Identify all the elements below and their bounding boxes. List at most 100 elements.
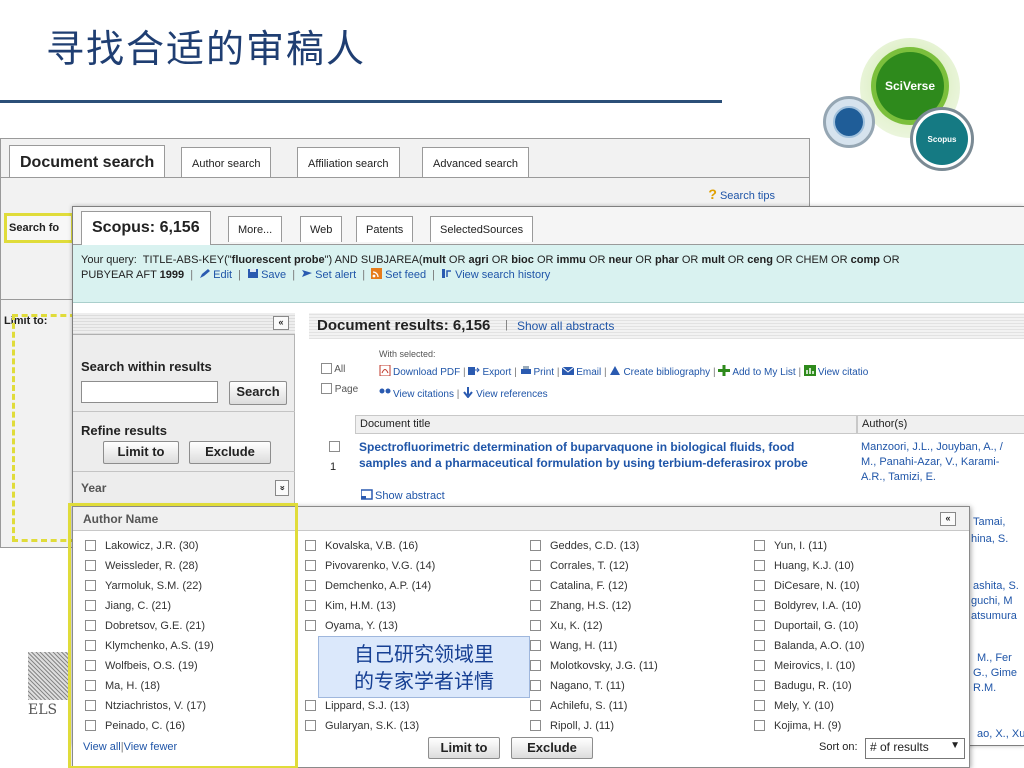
search-within-input[interactable] [81,381,218,403]
author-facet-item[interactable]: DiCesare, N. (10) [754,580,865,600]
author-fragment[interactable]: ao, X., Xu [977,727,1024,742]
print-link[interactable]: Print [534,367,555,378]
author-facet-item[interactable]: Pivovarenko, V.G. (14) [305,560,435,580]
author-fragment[interactable]: M., Fer [977,651,1012,666]
author-facet-item[interactable]: Geddes, C.D. (13) [530,540,658,560]
year-expand-button[interactable]: » [275,480,289,496]
author-checkbox[interactable] [305,720,316,731]
tab-document-search[interactable]: Document search [9,145,166,179]
tab-patents[interactable]: Patents [356,216,414,242]
author-facet-item[interactable]: Achilefu, S. (11) [530,700,658,720]
column-header-authors[interactable]: Author(s) [857,415,1024,434]
author-facet-item[interactable]: Badugu, R. (10) [754,680,865,700]
author-checkbox[interactable] [530,720,541,731]
edit-link[interactable]: Edit [213,269,232,281]
author-checkbox[interactable] [754,540,765,551]
author-fragment[interactable]: Tamai, [973,515,1005,530]
author-checkbox[interactable] [754,560,765,571]
result-title-line[interactable]: samples and a pharmaceutical formulation… [359,455,808,471]
add-to-my-list-link[interactable]: Add to My List [732,367,795,378]
author-fragment[interactable]: ashita, S. [973,579,1019,594]
save-link[interactable]: Save [261,269,286,281]
tab-web[interactable]: Web [300,216,343,242]
author-checkbox[interactable] [754,640,765,651]
author-checkbox[interactable] [530,600,541,611]
author-checkbox[interactable] [305,620,316,631]
author-facet-item[interactable]: Wang, H. (11) [530,640,658,660]
author-facet-item[interactable]: Molotkovsky, J.G. (11) [530,660,658,680]
author-facet-item[interactable]: Kojima, H. (9) [754,720,865,740]
author-checkbox[interactable] [754,700,765,711]
result-title-line[interactable]: Spectrofluorimetric determination of bup… [359,439,808,455]
refine-limit-to-button[interactable]: Limit to [103,441,179,464]
author-facet-item[interactable]: Lippard, S.J. (13) [305,700,435,720]
author-facet-item[interactable]: Gularyan, S.K. (13) [305,720,435,740]
view-citation-overview-link[interactable]: View citatio [818,367,868,378]
author-checkbox[interactable] [530,640,541,651]
select-page-checkbox[interactable] [321,383,332,394]
popup-exclude-button[interactable]: Exclude [511,737,593,759]
author-line[interactable]: Manzoori, J.L., Jouyban, A., / [861,440,1003,455]
author-checkbox[interactable] [530,700,541,711]
author-fragment[interactable]: R.M. [973,681,996,696]
tab-advanced-search[interactable]: Advanced search [422,147,529,179]
show-abstract-link[interactable]: Show abstract [361,489,445,502]
search-within-button[interactable]: Search [229,381,287,405]
author-facet-item[interactable]: Meirovics, I. (10) [754,660,865,680]
create-bibliography-link[interactable]: Create bibliography [623,367,710,378]
author-checkbox[interactable] [305,540,316,551]
column-header-document-title[interactable]: Document title [355,415,857,434]
author-checkbox[interactable] [530,580,541,591]
author-checkbox[interactable] [754,680,765,691]
sort-select[interactable]: # of results ▼ [865,738,965,759]
author-checkbox[interactable] [754,720,765,731]
export-link[interactable]: Export [482,367,511,378]
popup-collapse-button[interactable]: « [940,512,956,526]
author-checkbox[interactable] [530,540,541,551]
author-facet-item[interactable]: Balanda, A.O. (10) [754,640,865,660]
set-alert-link[interactable]: Set alert [315,269,356,281]
view-citations-link[interactable]: View citations [393,389,454,400]
author-checkbox[interactable] [754,620,765,631]
author-facet-item[interactable]: Catalina, F. (12) [530,580,658,600]
search-tips-link[interactable]: ? Search tips [708,186,775,202]
author-line[interactable]: A.R., Tamizi, E. [861,470,1003,485]
author-facet-item[interactable]: Xu, K. (12) [530,620,658,640]
author-facet-item[interactable]: Huang, K.J. (10) [754,560,865,580]
author-checkbox[interactable] [754,600,765,611]
author-fragment[interactable]: guchi, M [971,594,1013,609]
author-facet-item[interactable]: Duportail, G. (10) [754,620,865,640]
show-all-abstracts-link[interactable]: Show all abstracts [517,319,614,333]
refine-exclude-button[interactable]: Exclude [189,441,271,464]
tab-more[interactable]: More... [228,216,283,242]
tab-scopus[interactable]: Scopus: 6,156 [81,211,211,246]
tab-author-search[interactable]: Author search [181,147,272,179]
author-facet-item[interactable]: Nagano, T. (11) [530,680,658,700]
author-checkbox[interactable] [754,580,765,591]
author-checkbox[interactable] [530,560,541,571]
author-facet-item[interactable]: Yun, I. (11) [754,540,865,560]
set-feed-link[interactable]: Set feed [385,269,426,281]
popup-limit-to-button[interactable]: Limit to [428,737,500,759]
author-facet-item[interactable]: Boldyrev, I.A. (10) [754,600,865,620]
email-link[interactable]: Email [576,367,601,378]
author-checkbox[interactable] [305,700,316,711]
view-references-link[interactable]: View references [476,389,548,400]
author-facet-item[interactable]: Zhang, H.S. (12) [530,600,658,620]
author-fragment[interactable]: atsumura [971,609,1017,624]
author-facet-item[interactable]: Kovalska, V.B. (16) [305,540,435,560]
author-facet-item[interactable]: Mely, Y. (10) [754,700,865,720]
tab-selected-sources[interactable]: SelectedSources [430,216,534,242]
author-checkbox[interactable] [305,580,316,591]
tab-affiliation-search[interactable]: Affiliation search [297,147,400,179]
sidebar-collapse-button[interactable]: « [273,316,289,330]
author-line[interactable]: M., Panahi-Azar, V., Karami- [861,455,1003,470]
author-fragment[interactable]: G., Gime [973,666,1017,681]
row-checkbox[interactable] [329,441,340,452]
author-facet-item[interactable]: Kim, H.M. (13) [305,600,435,620]
author-facet-item[interactable]: Demchenko, A.P. (14) [305,580,435,600]
author-checkbox[interactable] [530,680,541,691]
result-checkbox[interactable] [329,441,340,453]
author-fragment[interactable]: hina, S. [971,532,1008,547]
select-all-checkbox[interactable] [321,363,332,374]
